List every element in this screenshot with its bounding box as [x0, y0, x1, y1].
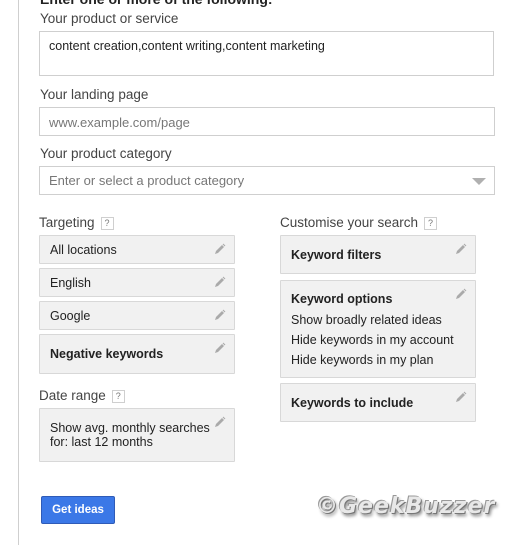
targeting-label: Targeting?	[39, 215, 114, 230]
keyword-filters-label: Keyword filters	[291, 248, 382, 262]
category-placeholder: Enter or select a product category	[49, 173, 245, 188]
help-icon[interactable]: ?	[111, 389, 125, 403]
pencil-icon[interactable]	[455, 288, 467, 300]
product-label: Your product or service	[40, 11, 179, 26]
category-select[interactable]: Enter or select a product category	[39, 166, 495, 195]
customise-label-text: Customise your search	[280, 215, 419, 230]
targeting-negative-keywords[interactable]: Negative keywords	[39, 334, 235, 374]
keyword-option: Hide keywords in my plan	[291, 353, 434, 367]
help-icon[interactable]: ?	[100, 216, 114, 230]
date-range-label: Date range?	[39, 388, 125, 403]
date-range-line1: Show avg. monthly searches	[50, 421, 210, 435]
locations-value: All locations	[50, 243, 117, 257]
pencil-icon[interactable]	[455, 391, 467, 403]
language-value: English	[50, 276, 91, 290]
dropdown-arrow-icon[interactable]	[472, 178, 486, 185]
keyword-filters-card[interactable]: Keyword filters	[280, 235, 476, 274]
targeting-network[interactable]: Google	[39, 301, 235, 330]
date-range-label-text: Date range	[39, 388, 106, 403]
watermark: ©GeekBuzzer	[316, 494, 496, 519]
keyword-option: Show broadly related ideas	[291, 313, 442, 327]
form-heading: Enter one or more of the following:	[40, 0, 273, 7]
keyword-options-title: Keyword options	[291, 292, 393, 306]
pencil-icon[interactable]	[214, 243, 226, 255]
keywords-to-include-card[interactable]: Keywords to include	[280, 383, 476, 422]
keyword-option: Hide keywords in my account	[291, 333, 454, 347]
keywords-to-include-label: Keywords to include	[291, 396, 414, 410]
negative-keywords-label: Negative keywords	[50, 347, 164, 361]
network-value: Google	[50, 309, 91, 323]
product-input-value: content creation,content writing,content…	[49, 39, 325, 53]
landing-page-input[interactable]: www.example.com/page	[39, 107, 495, 136]
targeting-label-text: Targeting	[39, 215, 95, 230]
category-label: Your product category	[40, 146, 172, 161]
pencil-icon[interactable]	[455, 243, 467, 255]
get-ideas-button[interactable]: Get ideas	[41, 496, 115, 524]
targeting-locations[interactable]: All locations	[39, 235, 235, 264]
keyword-options-card[interactable]: Keyword options Show broadly related ide…	[280, 280, 476, 378]
left-border	[18, 0, 19, 545]
pencil-icon[interactable]	[214, 416, 226, 428]
landing-label: Your landing page	[40, 87, 149, 102]
pencil-icon[interactable]	[214, 342, 226, 354]
help-icon[interactable]: ?	[424, 216, 438, 230]
product-input[interactable]: content creation,content writing,content…	[39, 31, 494, 76]
pencil-icon[interactable]	[214, 309, 226, 321]
date-range-line2: for: last 12 months	[50, 435, 153, 449]
date-range-card[interactable]: Show avg. monthly searches for: last 12 …	[39, 408, 235, 462]
landing-page-placeholder: www.example.com/page	[49, 115, 190, 130]
targeting-language[interactable]: English	[39, 268, 235, 297]
pencil-icon[interactable]	[214, 276, 226, 288]
customise-label: Customise your search?	[280, 215, 438, 230]
